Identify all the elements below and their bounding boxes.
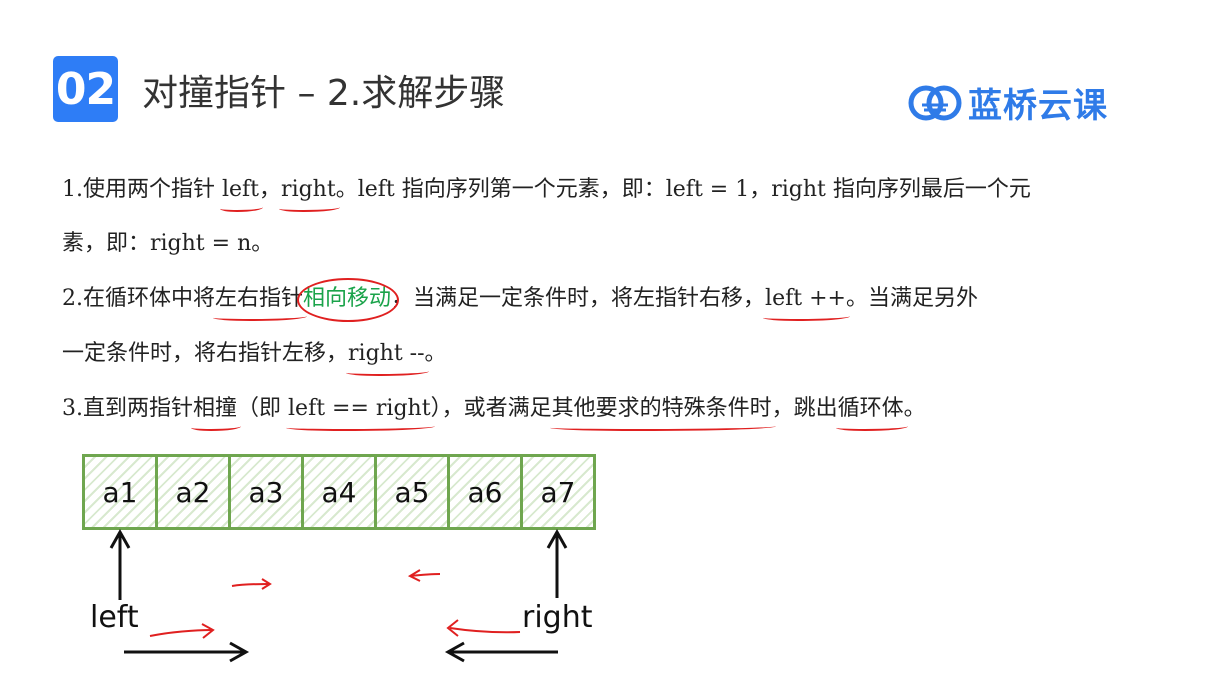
red-left-arrow-icon [407, 569, 521, 637]
right-up-arrow-icon [546, 528, 568, 598]
left-move-right-arrow-icon [124, 641, 250, 663]
diagram-arrows [109, 528, 568, 663]
right-move-left-arrow-icon [444, 641, 558, 663]
red-right-arrow-icon [149, 578, 272, 639]
left-up-arrow-icon [109, 528, 131, 600]
